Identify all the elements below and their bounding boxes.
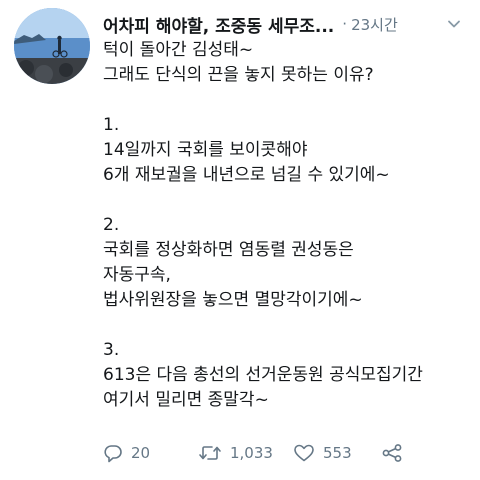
tweet-text-line: 법사위원장을 놓으면 멸망각이기에~ bbox=[103, 290, 363, 310]
timestamp[interactable]: 23시간 bbox=[351, 14, 398, 35]
retweet-count: 1,033 bbox=[230, 444, 273, 462]
tweet-text-line: 2. bbox=[103, 215, 120, 235]
share-icon bbox=[382, 444, 402, 462]
like-count: 553 bbox=[323, 444, 352, 462]
separator-dot: · bbox=[342, 15, 348, 33]
share-button[interactable] bbox=[381, 443, 403, 463]
retweet-icon bbox=[199, 446, 221, 460]
retweet-button[interactable]: 1,033 bbox=[198, 443, 293, 463]
tweet-text-line: 턱이 돌아간 김성태~ bbox=[103, 40, 254, 60]
author-name[interactable]: 어차피 해야할, 조중동 세무조... bbox=[103, 12, 334, 37]
chevron-down-icon[interactable] bbox=[445, 15, 463, 33]
tweet-text-line: 여기서 밀리면 종말각~ bbox=[103, 390, 269, 410]
tweet-text-line: 6개 재보궐을 내년으로 넘길 수 있기에~ bbox=[103, 165, 390, 185]
tweet-text-line: 3. bbox=[103, 340, 120, 360]
tweet-text: 턱이 돌아간 김성태~ 그래도 단식의 끈을 놓지 못하는 이유? 1. 14일까지 … bbox=[103, 38, 468, 413]
tweet-text-line: 613은 다음 총선의 선거운동원 공식모집기간 bbox=[103, 365, 423, 385]
avatar-image bbox=[14, 8, 90, 84]
action-bar: 20 1,033 553 bbox=[103, 440, 468, 466]
like-button[interactable]: 553 bbox=[293, 443, 381, 463]
reply-count: 20 bbox=[131, 444, 151, 462]
tweet-text-line: 국회를 정상화하면 염동렬 권성동은 bbox=[103, 240, 354, 260]
tweet-header: 어차피 해야할, 조중동 세무조... · 23시간 bbox=[103, 11, 473, 37]
tweet-text-line: 그래도 단식의 끈을 놓지 못하는 이유? bbox=[103, 65, 374, 85]
reply-button[interactable]: 20 bbox=[103, 443, 198, 463]
tweet-text-line: 14일까지 국회를 보이콧해야 bbox=[103, 140, 308, 160]
tweet-text-line: 자동구속, bbox=[103, 265, 171, 285]
heart-icon bbox=[294, 444, 314, 462]
reply-icon bbox=[104, 445, 122, 463]
avatar[interactable] bbox=[14, 8, 90, 84]
tweet-text-line: 1. bbox=[103, 115, 120, 135]
